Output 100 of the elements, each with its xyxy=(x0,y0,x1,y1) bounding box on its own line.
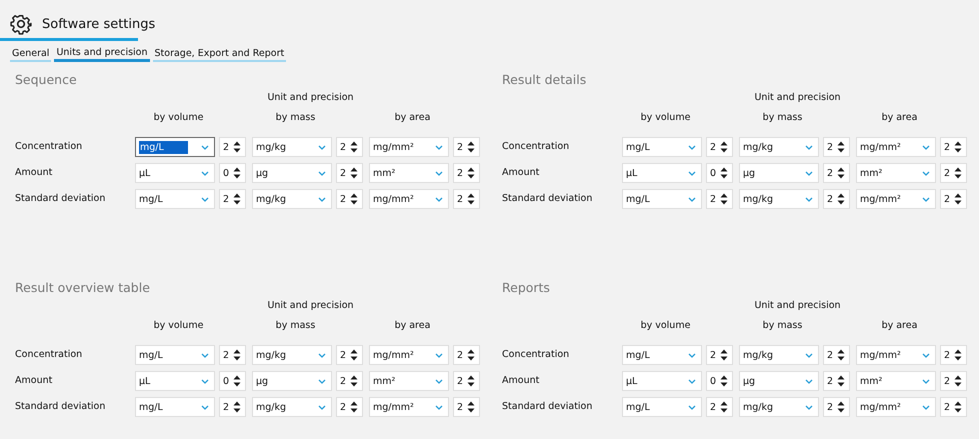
chevron-down-icon xyxy=(688,144,696,150)
precision-spinner[interactable]: 2 xyxy=(823,345,850,365)
unit-dropdown[interactable]: mg/kg xyxy=(739,137,819,157)
unit-dropdown[interactable]: µL xyxy=(135,163,215,183)
unit-dropdown[interactable]: µg xyxy=(252,163,332,183)
unit-dropdown[interactable]: mg/L xyxy=(622,345,702,365)
up-down-arrows-icon xyxy=(954,349,962,361)
precision-spinner[interactable]: 0 xyxy=(706,371,733,391)
unit-dropdown[interactable]: mm² xyxy=(856,371,936,391)
precision-spinner[interactable]: 2 xyxy=(336,397,363,417)
chevron-down-icon xyxy=(201,378,209,384)
unit-dropdown[interactable]: mg/kg xyxy=(739,397,819,417)
chevron-down-icon xyxy=(435,404,443,410)
unit-dropdown[interactable]: mg/L xyxy=(135,137,215,157)
unit-dropdown[interactable]: mm² xyxy=(369,371,449,391)
precision-spinner[interactable]: 2 xyxy=(453,345,480,365)
up-down-arrows-icon xyxy=(350,401,358,413)
up-down-arrows-icon xyxy=(720,167,728,179)
precision-spinner[interactable]: 0 xyxy=(219,163,246,183)
up-down-arrows-icon xyxy=(954,193,962,205)
unit-dropdown[interactable]: mg/kg xyxy=(252,397,332,417)
up-down-arrows-icon xyxy=(467,375,475,387)
unit-dropdown[interactable]: µL xyxy=(135,371,215,391)
precision-spinner[interactable]: 0 xyxy=(219,371,246,391)
unit-dropdown[interactable]: mg/kg xyxy=(252,137,332,157)
unit-dropdown[interactable]: mg/mm² xyxy=(856,345,936,365)
chevron-down-icon xyxy=(435,196,443,202)
precision-spinner[interactable]: 2 xyxy=(336,345,363,365)
precision-spinner[interactable]: 2 xyxy=(453,189,480,209)
unit-dropdown[interactable]: µL xyxy=(622,371,702,391)
precision-spinner[interactable]: 2 xyxy=(219,189,246,209)
unit-dropdown[interactable]: mg/L xyxy=(622,137,702,157)
precision-spinner[interactable]: 2 xyxy=(453,371,480,391)
tab[interactable]: Storage, Export and Report xyxy=(152,47,286,62)
precision-spinner[interactable]: 2 xyxy=(940,345,967,365)
precision-spinner[interactable]: 2 xyxy=(453,137,480,157)
unit-dropdown[interactable]: mg/L xyxy=(135,189,215,209)
tab[interactable]: General xyxy=(10,47,52,62)
up-down-arrows-icon xyxy=(350,375,358,387)
unit-dropdown[interactable]: mg/mm² xyxy=(369,189,449,209)
precision-spinner[interactable]: 2 xyxy=(336,137,363,157)
unit-dropdown[interactable]: mg/mm² xyxy=(856,397,936,417)
column-heading: by volume xyxy=(640,112,692,125)
precision-spinner[interactable]: 2 xyxy=(219,137,246,157)
precision-spinner[interactable]: 2 xyxy=(940,163,967,183)
precision-spinner[interactable]: 2 xyxy=(823,371,850,391)
precision-spinner[interactable]: 2 xyxy=(706,397,733,417)
precision-spinner[interactable]: 2 xyxy=(336,189,363,209)
precision-spinner[interactable]: 2 xyxy=(940,371,967,391)
row-label: Concentration xyxy=(15,348,84,362)
precision-spinner[interactable]: 2 xyxy=(453,163,480,183)
unit-dropdown[interactable]: mg/L xyxy=(622,189,702,209)
unit-dropdown[interactable]: mm² xyxy=(369,163,449,183)
unit-dropdown[interactable]: mm² xyxy=(856,163,936,183)
section-title: Result details xyxy=(502,72,588,87)
unit-dropdown[interactable]: mg/kg xyxy=(739,189,819,209)
chevron-down-icon xyxy=(318,352,326,358)
unit-dropdown[interactable]: mg/L xyxy=(622,397,702,417)
precision-spinner[interactable]: 2 xyxy=(823,189,850,209)
tab[interactable]: Units and precision xyxy=(54,47,150,62)
chevron-down-icon xyxy=(435,352,443,358)
precision-spinner[interactable]: 0 xyxy=(706,163,733,183)
section-title: Result overview table xyxy=(15,280,151,295)
unit-dropdown[interactable]: mg/mm² xyxy=(856,137,936,157)
unit-dropdown[interactable]: mg/L xyxy=(135,345,215,365)
unit-dropdown[interactable]: mg/kg xyxy=(739,345,819,365)
precision-spinner[interactable]: 2 xyxy=(940,189,967,209)
precision-spinner[interactable]: 2 xyxy=(940,397,967,417)
row-label: Amount xyxy=(15,166,54,180)
precision-spinner[interactable]: 2 xyxy=(940,137,967,157)
precision-spinner[interactable]: 2 xyxy=(706,345,733,365)
chevron-down-icon xyxy=(688,404,696,410)
precision-spinner[interactable]: 2 xyxy=(706,189,733,209)
unit-dropdown[interactable]: mg/mm² xyxy=(369,397,449,417)
chevron-down-icon xyxy=(688,352,696,358)
precision-spinner[interactable]: 2 xyxy=(219,397,246,417)
chevron-down-icon xyxy=(435,170,443,176)
precision-spinner[interactable]: 2 xyxy=(336,371,363,391)
unit-dropdown[interactable]: mg/mm² xyxy=(369,137,449,157)
unit-dropdown[interactable]: µg xyxy=(739,163,819,183)
unit-dropdown[interactable]: mg/mm² xyxy=(856,189,936,209)
precision-spinner[interactable]: 2 xyxy=(336,163,363,183)
column-heading: by mass xyxy=(762,112,804,125)
unit-dropdown[interactable]: mg/mm² xyxy=(369,345,449,365)
precision-spinner[interactable]: 2 xyxy=(706,137,733,157)
chevron-down-icon xyxy=(922,170,930,176)
unit-dropdown[interactable]: mg/L xyxy=(135,397,215,417)
precision-spinner[interactable]: 2 xyxy=(823,163,850,183)
unit-dropdown[interactable]: µg xyxy=(252,371,332,391)
unit-dropdown[interactable]: mg/kg xyxy=(252,189,332,209)
precision-spinner[interactable]: 2 xyxy=(219,345,246,365)
group-heading: Unit and precision xyxy=(753,92,842,105)
unit-dropdown[interactable]: µg xyxy=(739,371,819,391)
unit-dropdown[interactable]: mg/kg xyxy=(252,345,332,365)
column-heading: by mass xyxy=(274,320,316,333)
precision-spinner[interactable]: 2 xyxy=(823,137,850,157)
precision-spinner[interactable]: 2 xyxy=(453,397,480,417)
unit-dropdown[interactable]: µL xyxy=(622,163,702,183)
precision-spinner[interactable]: 2 xyxy=(823,397,850,417)
up-down-arrows-icon xyxy=(350,141,358,153)
